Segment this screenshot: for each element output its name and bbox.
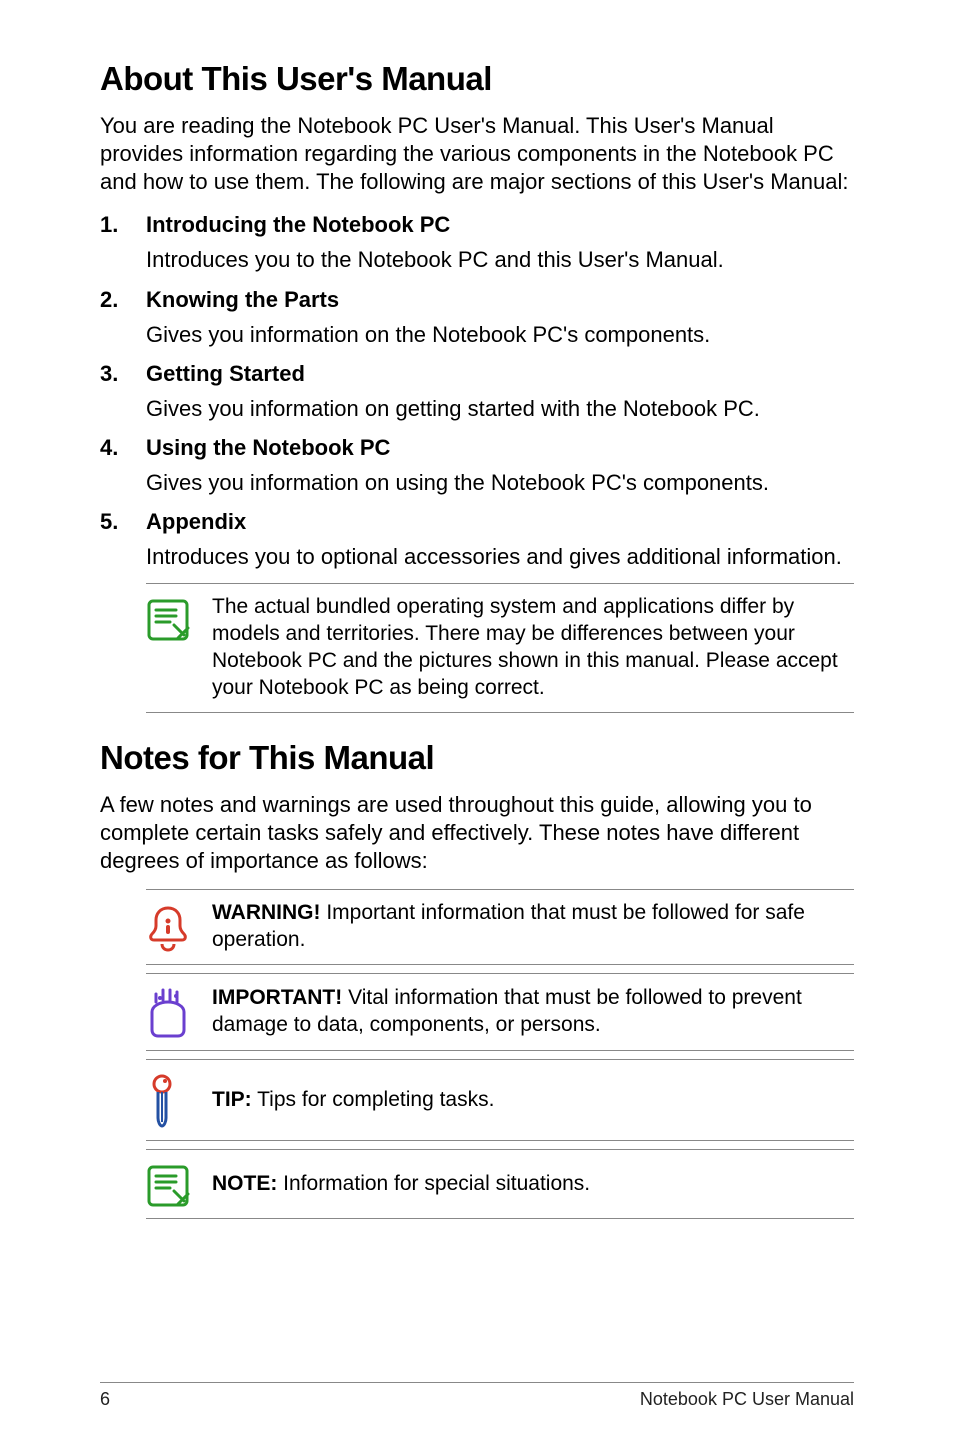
disclaimer-callout: The actual bundled operating system and … [146,583,854,713]
page-footer: 6 Notebook PC User Manual [100,1382,854,1410]
section-title: Appendix [146,509,854,535]
tip-notice: TIP: Tips for completing tasks. [146,1059,854,1141]
warning-notice: WARNING! Important information that must… [146,889,854,965]
section-item: Introducing the Notebook PC Introduces y… [100,212,854,274]
note-icon [146,1160,194,1208]
footer-text: Notebook PC User Manual [640,1389,854,1410]
tip-text: TIP: Tips for completing tasks. [212,1087,494,1114]
important-icon [146,984,194,1040]
sections-list: Introducing the Notebook PC Introduces y… [100,212,854,571]
section-desc: Gives you information on the Notebook PC… [146,321,854,349]
disclaimer-text: The actual bundled operating system and … [212,594,854,702]
warning-label: WARNING! [212,901,321,924]
tip-label: TIP: [212,1088,252,1111]
section-item: Getting Started Gives you information on… [100,361,854,423]
warning-text: WARNING! Important information that must… [212,900,854,954]
tip-icon [146,1070,194,1130]
section-title: Getting Started [146,361,854,387]
section-title: Using the Notebook PC [146,435,854,461]
section-desc: Introduces you to optional accessories a… [146,543,854,571]
page-heading-about: About This User's Manual [100,60,854,98]
intro-paragraph: You are reading the Notebook PC User's M… [100,112,854,196]
tip-body: Tips for completing tasks. [252,1088,495,1111]
notes-intro-paragraph: A few notes and warnings are used throug… [100,791,854,875]
section-item: Knowing the Parts Gives you information … [100,287,854,349]
section-title: Knowing the Parts [146,287,854,313]
section-desc: Introduces you to the Notebook PC and th… [146,246,854,274]
warning-icon [146,900,194,954]
page-heading-notes: Notes for This Manual [100,739,854,777]
section-item: Using the Notebook PC Gives you informat… [100,435,854,497]
section-title: Introducing the Notebook PC [146,212,854,238]
note-icon [146,594,194,702]
note-text: NOTE: Information for special situations… [212,1171,590,1198]
important-text: IMPORTANT! Vital information that must b… [212,985,854,1039]
note-notice: NOTE: Information for special situations… [146,1149,854,1219]
page-number: 6 [100,1389,110,1410]
section-desc: Gives you information on using the Noteb… [146,469,854,497]
section-desc: Gives you information on getting started… [146,395,854,423]
important-notice: IMPORTANT! Vital information that must b… [146,973,854,1051]
note-label: NOTE: [212,1172,277,1195]
important-label: IMPORTANT! [212,986,342,1009]
section-item: Appendix Introduces you to optional acce… [100,509,854,571]
note-body: Information for special situations. [277,1172,590,1195]
